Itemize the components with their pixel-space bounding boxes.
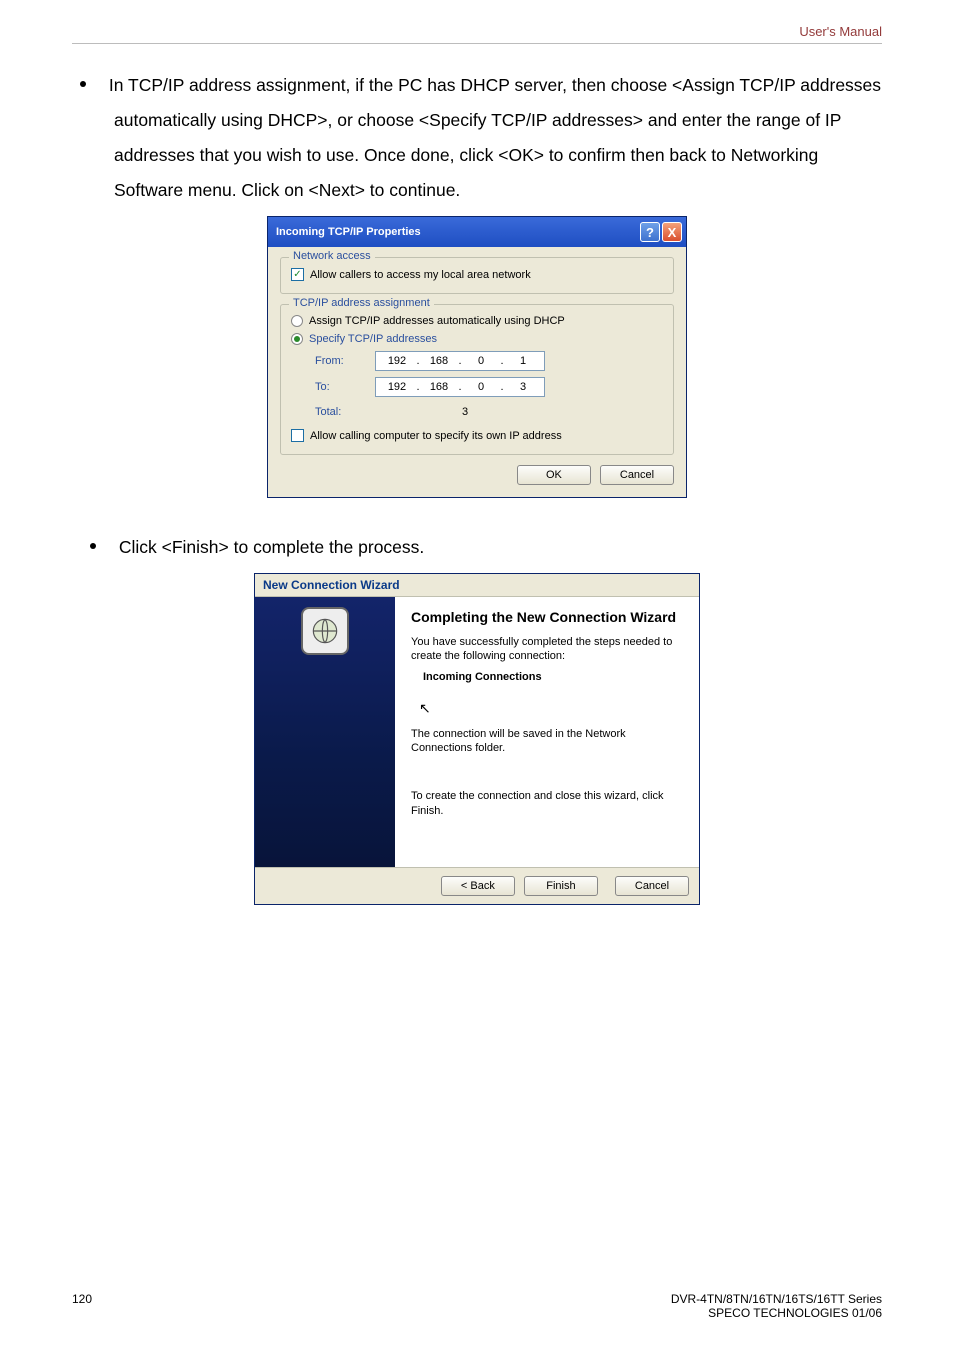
wizard-icon [301,607,349,655]
assign-auto-label: Assign TCP/IP addresses automatically us… [309,315,565,327]
wizard-line1: You have successfully completed the step… [411,635,683,664]
header-manual: User's Manual [72,24,882,39]
footer-line2: SPECO TECHNOLOGIES 01/06 [671,1306,882,1320]
page-footer: 120 DVR-4TN/8TN/16TN/16TS/16TT Series SP… [72,1292,882,1320]
ip-dot: . [498,381,506,393]
page-number: 120 [72,1292,92,1320]
header-divider [72,43,882,44]
from-label: From: [315,355,375,367]
help-button[interactable]: ? [640,222,660,242]
to-ip-input[interactable]: 192 . 168 . 0 . 3 [375,377,545,397]
allow-calling-label: Allow calling computer to specify its ow… [310,430,562,442]
checkbox-checked-icon: ✓ [291,268,304,281]
network-access-legend: Network access [289,250,375,262]
wizard-line2: The connection will be saved in the Netw… [411,727,683,756]
allow-callers-label: Allow callers to access my local area ne… [310,269,531,281]
from-oct1[interactable]: 192 [382,355,412,367]
to-oct1[interactable]: 192 [382,381,412,393]
allow-callers-checkbox[interactable]: ✓ Allow callers to access my local area … [291,268,663,281]
wizard-connection-name: Incoming Connections [423,670,683,684]
bullet-icon [80,81,86,87]
radio-unselected-icon [291,315,303,327]
dialog-titlebar: Incoming TCP/IP Properties ? X [268,217,686,247]
wizard-side-graphic [255,597,395,867]
total-label: Total: [315,406,375,418]
globe-handshake-icon [311,617,339,645]
ip-dot: . [498,355,506,367]
cancel-button[interactable]: Cancel [600,465,674,485]
footer-line1: DVR-4TN/8TN/16TN/16TS/16TT Series [671,1292,882,1306]
ip-dot: . [456,381,464,393]
from-ip-input[interactable]: 192 . 168 . 0 . 1 [375,351,545,371]
tcpip-assignment-legend: TCP/IP address assignment [289,297,434,309]
paragraph-1: In TCP/IP address assignment, if the PC … [114,68,882,208]
wizard-line3: To create the connection and close this … [411,789,683,818]
ok-button[interactable]: OK [517,465,591,485]
assign-auto-radio[interactable]: Assign TCP/IP addresses automatically us… [291,315,663,327]
to-label: To: [315,381,375,393]
back-button[interactable]: < Back [441,876,515,896]
finish-button[interactable]: Finish [524,876,598,896]
cursor-icon: ↖ [419,700,683,717]
wizard-titlebar: New Connection Wizard [255,574,699,597]
dialog-title: Incoming TCP/IP Properties [276,226,421,238]
wizard-heading: Completing the New Connection Wizard [411,609,683,625]
from-oct2[interactable]: 168 [424,355,454,367]
bullet-icon [90,543,96,549]
to-oct2[interactable]: 168 [424,381,454,393]
to-oct3[interactable]: 0 [466,381,496,393]
paragraph-2-text: Click <Finish> to complete the process. [114,537,424,557]
specify-label: Specify TCP/IP addresses [309,333,437,345]
wizard-cancel-button[interactable]: Cancel [615,876,689,896]
tcpip-assignment-group: TCP/IP address assignment Assign TCP/IP … [280,304,674,455]
new-connection-wizard-dialog: New Connection Wizard Completing the New… [254,573,700,905]
allow-calling-checkbox[interactable]: ✓ Allow calling computer to specify its … [291,429,663,442]
specify-radio[interactable]: Specify TCP/IP addresses [291,333,663,345]
network-access-group: Network access ✓ Allow callers to access… [280,257,674,294]
total-value: 3 [459,403,629,421]
paragraph-2: Click <Finish> to complete the process. [114,530,882,565]
ip-dot: . [414,381,422,393]
close-button[interactable]: X [662,222,682,242]
from-oct3[interactable]: 0 [466,355,496,367]
from-oct4[interactable]: 1 [508,355,538,367]
radio-selected-icon [291,333,303,345]
tcpip-properties-dialog: Incoming TCP/IP Properties ? X Network a… [267,216,687,498]
checkbox-unchecked-icon: ✓ [291,429,304,442]
to-oct4[interactable]: 3 [508,381,538,393]
ip-dot: . [414,355,422,367]
paragraph-1-text: In TCP/IP address assignment, if the PC … [104,75,881,200]
ip-dot: . [456,355,464,367]
